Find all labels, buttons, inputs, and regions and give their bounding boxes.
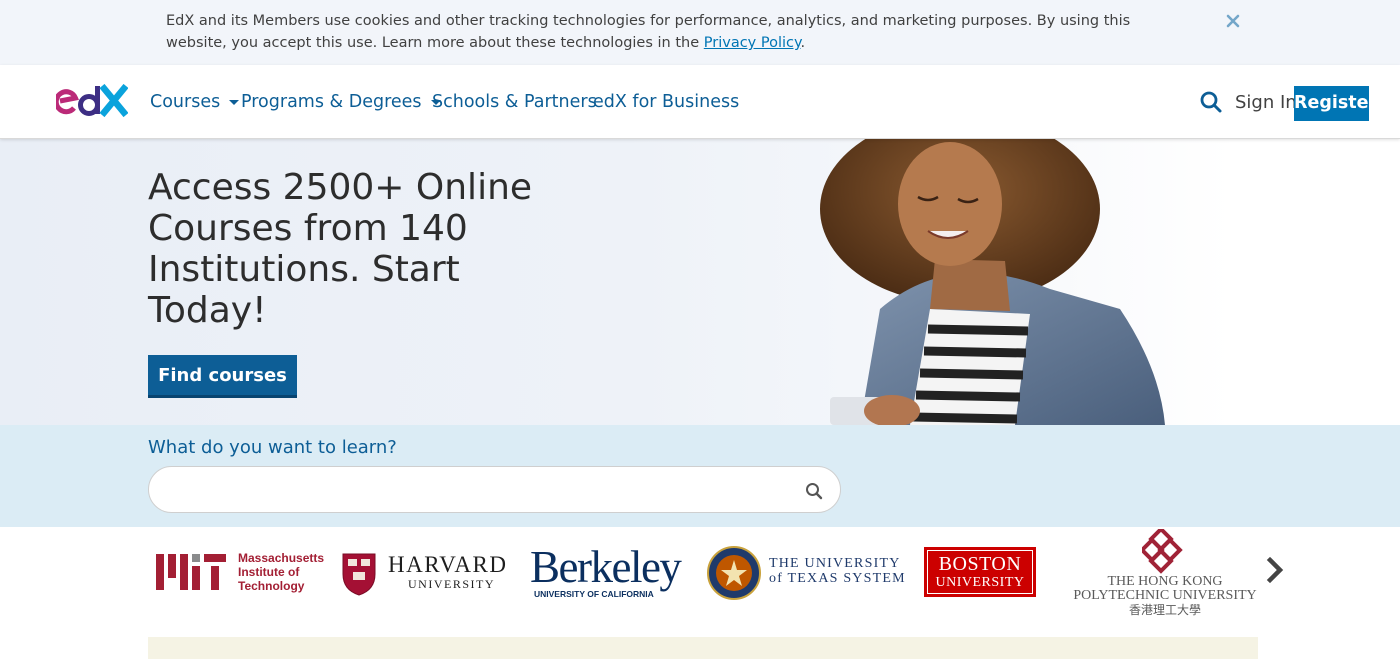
cookie-banner: EdX and its Members use cookies and othe… [0,0,1400,65]
partner-logos-carousel: Massachusetts Institute of Technology HA… [0,527,1400,637]
nav-schools-partners[interactable]: Schools & Partners [432,89,597,115]
cookie-text: EdX and its Members use cookies and othe… [166,13,1131,51]
close-icon[interactable] [1222,10,1244,32]
cookie-suffix: . [800,35,806,51]
caret-down-icon [229,99,240,105]
polyu-text: THE HONG KONG POLYTECHNIC UNIVERSITY 香港理… [1072,574,1258,618]
sign-in-link[interactable]: Sign In [1235,90,1297,116]
harvard-name: HARVARD [388,552,508,577]
ut-system-logo[interactable]: THE UNIVERSITY of TEXAS SYSTEM [707,546,905,600]
content-strip [148,637,1258,659]
nav-schools-label: Schools & Partners [432,92,597,112]
bu-line-1: BOSTON [938,553,1022,575]
harvard-university-label: UNIVERSITY [408,577,495,591]
nav-programs-label: Programs & Degrees [241,92,422,112]
nav-edx-business[interactable]: edX for Business [593,89,739,115]
hero-section: Access 2500+ Online Courses from 140 Ins… [0,139,1400,425]
nav-business-label: edX for Business [593,92,740,112]
nav-courses[interactable]: Courses [150,89,240,115]
ut-line-1: THE UNIVERSITY [769,556,901,571]
berkeley-subtitle: UNIVERSITY OF CALIFORNIA [534,589,654,599]
search-label: What do you want to learn? [148,437,397,458]
berkeley-logo[interactable]: Berkeley UNIVERSITY OF CALIFORNIA [530,543,695,603]
ut-line-2: of TEXAS SYSTEM [769,571,906,586]
berkeley-wordmark: Berkeley [530,542,682,592]
mit-line-2: Institute of [238,565,300,579]
hero-title: Access 2500+ Online Courses from 140 Ins… [148,167,533,331]
site-header: Courses Programs & Degrees Schools & Par… [0,65,1400,139]
edx-logo[interactable] [53,83,129,120]
nav-courses-label: Courses [150,92,221,112]
harvard-logo[interactable]: HARVARD UNIVERSITY [341,551,513,597]
search-icon[interactable] [1199,90,1223,114]
mit-line-3: Technology [238,579,305,593]
chevron-right-icon[interactable] [1262,554,1288,586]
nav-programs-degrees[interactable]: Programs & Degrees [241,89,441,115]
boston-university-logo[interactable]: BOSTON UNIVERSITY [924,547,1036,597]
bu-line-2: UNIVERSITY [935,575,1025,590]
polyu-line-2: POLYTECHNIC UNIVERSITY [1073,588,1257,603]
privacy-policy-link[interactable]: Privacy Policy [704,35,801,51]
search-submit-icon[interactable] [804,481,824,501]
mit-logo[interactable]: Massachusetts Institute of Technology [156,551,328,599]
mit-line-1: Massachusetts [238,551,325,565]
register-button[interactable]: Register [1294,86,1377,121]
cookie-message: EdX and its Members use cookies and othe… [166,10,1176,54]
polyu-line-1: THE HONG KONG [1107,574,1223,589]
polyu-logo[interactable]: THE HONG KONG POLYTECHNIC UNIVERSITY 香港理… [1072,529,1258,619]
search-field[interactable] [148,466,841,513]
mit-logo-text: Massachusetts Institute of Technology [238,551,324,593]
hero-photo-student [800,139,1220,425]
ut-system-text: THE UNIVERSITY of TEXAS SYSTEM [769,556,906,586]
polyu-line-3: 香港理工大學 [1128,603,1201,617]
search-section: What do you want to learn? [0,425,1400,527]
find-courses-button[interactable]: Find courses [148,355,297,398]
search-input[interactable] [167,479,787,501]
